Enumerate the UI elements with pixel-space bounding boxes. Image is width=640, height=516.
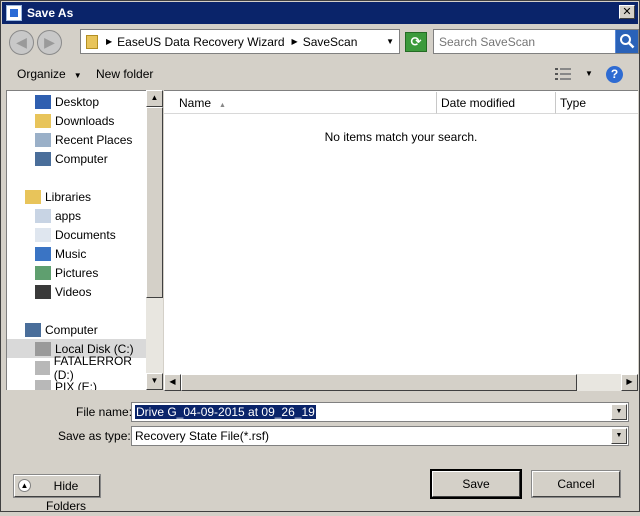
back-button[interactable]: ◀ [9,30,34,55]
column-header-label: Name [179,96,212,110]
scrollbar-thumb[interactable] [181,374,577,391]
sort-arrow-icon: ▲ [219,102,226,109]
nav-item-label: Computer [45,322,98,337]
new-folder-button[interactable]: New folder [96,67,153,81]
filetype-value: Recovery State File(*.rsf) [135,429,270,443]
nav-item-label: Pictures [55,265,99,280]
desktop-icon [35,94,51,109]
apps-library-icon [35,208,51,223]
filename-value[interactable]: Drive G_04-09-2015 at 09_26_19 [135,405,316,419]
recent-places-icon [35,132,51,147]
nav-item-downloads[interactable]: Downloads [7,111,146,130]
column-header-name[interactable]: Name ▲ [164,92,437,114]
hide-folders-button[interactable]: ▲ Hide Folders [13,474,101,513]
scroll-right-icon[interactable]: ▶ [621,374,638,391]
breadcrumb-chevron-icon[interactable]: ▶ [106,37,112,46]
dialog-icon [6,5,22,21]
scrollbar-thumb[interactable] [146,107,163,298]
folder-icon [86,34,98,49]
nav-item-drive-e[interactable]: PIX (E:) [7,377,146,390]
breadcrumb-chevron-icon[interactable]: ▶ [292,37,298,46]
scroll-up-icon[interactable]: ▲ [146,90,163,107]
chevron-down-icon: ▼ [73,71,82,80]
navigation-bar: ◀ ▶ ▶ EaseUS Data Recovery Wizard ▶ Save… [5,28,639,56]
computer-icon [25,322,41,337]
view-options-icon[interactable] [555,68,571,80]
nav-item-documents[interactable]: Documents [7,225,146,244]
nav-item-label: PIX (E:) [55,379,98,391]
nav-item-computer-root[interactable]: Computer [7,320,146,339]
search-icon[interactable] [615,30,638,53]
filetype-label: Save as type: [58,429,131,443]
organize-menu[interactable]: Organize ▼ [17,67,82,81]
filetype-dropdown-icon[interactable]: ▼ [611,428,627,444]
drive-icon [35,360,50,375]
hide-folders-label: Hide Folders [45,479,86,513]
nav-item-label: Desktop [55,94,100,109]
nav-item-libraries[interactable]: Libraries [7,187,146,206]
empty-message: No items match your search. [324,130,478,144]
drive-icon [35,341,51,356]
column-header-type[interactable]: Type [556,92,638,114]
scroll-down-icon[interactable]: ▼ [146,373,163,390]
computer-icon [35,151,51,166]
refresh-button[interactable]: ⟳ [405,32,427,52]
toolbar: Organize ▼ New folder ▼ ? [2,61,638,89]
filename-field[interactable]: Drive G_04-09-2015 at 09_26_19 ▼ [131,402,629,422]
nav-item-drive-d[interactable]: FATALERROR (D:) [7,354,146,382]
save-as-dialog: Save As ✕ ◀ ▶ ▶ EaseUS Data Recovery Wiz… [0,0,640,513]
nav-item-desktop[interactable]: Desktop [7,92,146,111]
libraries-icon [25,189,41,204]
drive-icon [35,379,51,390]
nav-item-videos[interactable]: Videos [7,282,146,301]
help-icon[interactable]: ? [606,66,623,83]
navigation-pane-scrollbar[interactable]: ▲ ▼ [146,90,163,390]
nav-item-label: Recent Places [55,132,133,147]
nav-item-recent-places[interactable]: Recent Places [7,130,146,149]
chevron-up-icon: ▲ [18,479,31,492]
nav-item-label: Downloads [55,113,115,128]
filetype-select[interactable]: Recovery State File(*.rsf) ▼ [131,426,629,446]
cancel-button[interactable]: Cancel [531,470,621,498]
title-bar[interactable]: Save As ✕ [2,2,638,24]
documents-icon [35,227,51,242]
pictures-icon [35,265,51,280]
music-icon [35,246,51,261]
nav-item-computer[interactable]: Computer [7,149,146,168]
videos-icon [35,284,51,299]
forward-button[interactable]: ▶ [37,30,62,55]
search-box[interactable] [433,29,639,54]
nav-item-label: Libraries [45,189,92,204]
nav-item-pictures[interactable]: Pictures [7,263,146,282]
filename-dropdown-icon[interactable]: ▼ [611,404,627,420]
nav-item-apps[interactable]: apps [7,206,146,225]
address-dropdown-icon[interactable]: ▼ [386,37,394,46]
file-list[interactable]: Name ▲ Date modified Type No items match … [164,90,638,390]
close-button[interactable]: ✕ [619,5,635,19]
scroll-left-icon[interactable]: ◀ [164,374,181,391]
organize-label: Organize [17,67,66,81]
search-input[interactable] [434,30,614,53]
breadcrumb-item[interactable]: EaseUS Data Recovery Wizard [117,35,284,49]
dialog-title: Save As [27,6,74,20]
column-header-date-modified[interactable]: Date modified [437,92,556,114]
nav-item-music[interactable]: Music [7,244,146,263]
nav-item-label: apps [55,208,82,223]
downloads-icon [35,113,51,128]
nav-item-label: Documents [55,227,116,242]
address-bar[interactable]: ▶ EaseUS Data Recovery Wizard ▶ SaveScan… [80,29,400,54]
breadcrumb-item[interactable]: SaveScan [303,35,358,49]
nav-item-label: Videos [55,284,92,299]
nav-item-label: Music [55,246,87,261]
save-button[interactable]: Save [430,469,522,499]
file-list-scrollbar[interactable]: ◀ ▶ [164,374,638,391]
nav-item-label: Computer [55,151,108,166]
view-dropdown-icon[interactable]: ▼ [585,69,593,78]
navigation-pane: Desktop Downloads Recent Places Computer… [6,90,146,390]
filename-label: File name: [76,405,133,419]
